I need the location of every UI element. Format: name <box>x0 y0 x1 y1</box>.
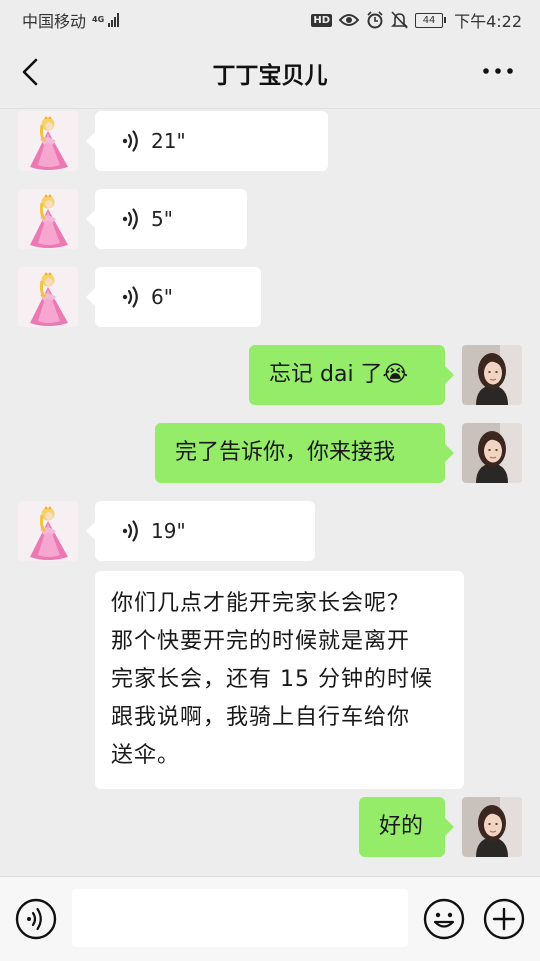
plus-icon[interactable] <box>482 897 526 941</box>
my-avatar[interactable] <box>462 423 522 483</box>
voice-message-bubble[interactable]: 19" <box>86 501 315 561</box>
voice-play-icon <box>122 208 138 230</box>
message-list[interactable]: 21" 5" 6" 忘记 dai 了😭 完了告诉你，你来接我 19" 你们几点才… <box>0 108 540 876</box>
message-line: 完家长会，还有 15 分钟的时候 <box>111 667 433 692</box>
status-bar: 中国移动 4G HD 44 下午4:22 <box>0 0 540 36</box>
chat-header: 丁丁宝贝儿 <box>0 36 540 109</box>
voice-duration: 6" <box>151 285 173 309</box>
voice-play-icon <box>122 520 138 542</box>
message-line: 那个快要开完的时候就是离开 <box>111 629 411 654</box>
sent-message-bubble[interactable]: 完了告诉你，你来接我 <box>155 423 454 483</box>
mute-icon <box>391 11 408 29</box>
chat-title: 丁丁宝贝儿 <box>212 63 328 89</box>
voice-duration: 5" <box>151 207 173 231</box>
signal-icon <box>108 13 120 27</box>
voice-duration: 21" <box>151 129 186 153</box>
voice-message-bubble[interactable]: 6" <box>86 267 261 327</box>
emoji-icon[interactable] <box>422 897 466 941</box>
message-line: 送伞。 <box>111 743 181 768</box>
battery-icon: 44 <box>415 12 447 28</box>
my-avatar[interactable] <box>462 345 522 405</box>
voice-message-bubble[interactable]: 21" <box>86 111 328 171</box>
clock: 下午4:22 <box>454 12 522 31</box>
contact-avatar[interactable] <box>18 189 78 249</box>
message-text: 好的 <box>379 814 424 839</box>
voice-input-icon[interactable] <box>14 897 58 941</box>
received-message-bubble[interactable]: 你们几点才能开完家长会呢？ 那个快要开完的时候就是离开 完家长会，还有 15 分… <box>95 571 464 789</box>
message-text: 完了告诉你，你来接我 <box>175 440 396 465</box>
sent-message-bubble[interactable]: 忘记 dai 了😭 <box>249 345 454 405</box>
contact-avatar[interactable] <box>18 501 78 561</box>
carrier-label: 中国移动 <box>22 12 87 31</box>
voice-duration: 19" <box>151 519 186 543</box>
hd-icon: HD <box>311 13 333 27</box>
voice-play-icon <box>122 286 138 308</box>
contact-avatar[interactable] <box>18 111 78 171</box>
contact-avatar[interactable] <box>18 267 78 327</box>
message-input[interactable] <box>72 889 408 947</box>
network-type: 4G <box>92 15 105 24</box>
alarm-icon <box>367 11 383 29</box>
input-bar <box>0 876 540 961</box>
eye-icon <box>339 14 360 26</box>
message-line: 跟我说啊，我骑上自行车给你 <box>111 705 411 730</box>
message-line: 你们几点才能开完家长会呢？ <box>111 591 411 616</box>
voice-message-bubble[interactable]: 5" <box>86 189 247 249</box>
sent-message-bubble[interactable]: 好的 <box>359 797 454 857</box>
voice-play-icon <box>122 130 138 152</box>
more-options-icon[interactable] <box>478 56 518 86</box>
my-avatar[interactable] <box>462 797 522 857</box>
message-text: 忘记 dai 了😭 <box>269 362 409 387</box>
